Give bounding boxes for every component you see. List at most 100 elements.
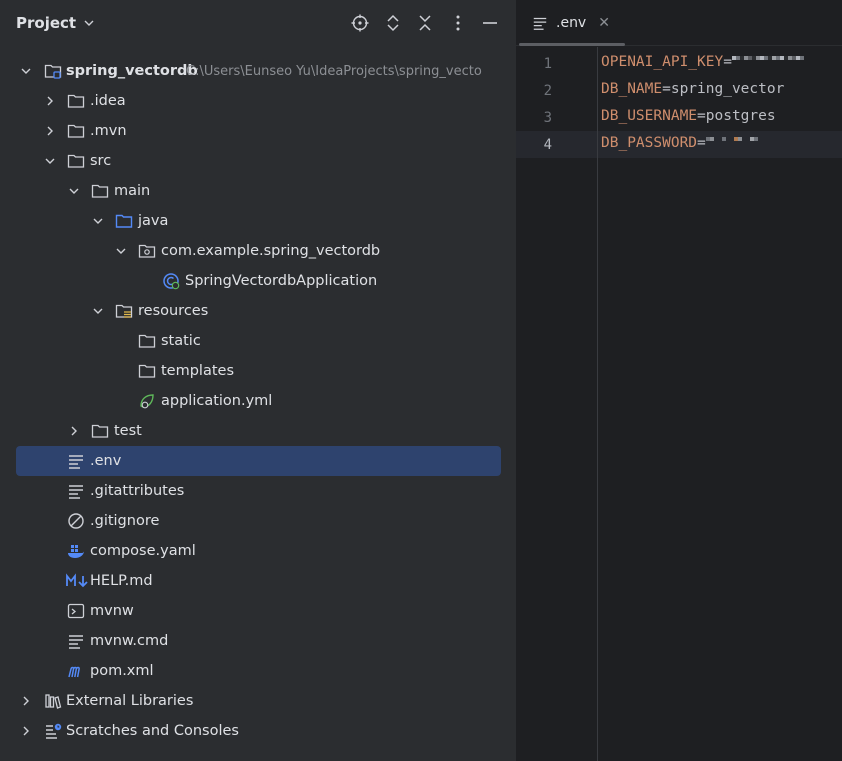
tree-item-spring-vectordb-application[interactable]: SpringVectordbApplication — [0, 266, 516, 296]
tree-item-label: .gitattributes — [90, 483, 185, 499]
tree-item-resources[interactable]: resources — [0, 296, 516, 326]
text-file-icon — [66, 631, 86, 651]
tree-item-mvnw-cmd[interactable]: mvnw.cmd — [0, 626, 516, 656]
folder-icon — [66, 91, 86, 111]
chevron-down-icon[interactable] — [91, 214, 105, 228]
tree-item-gitattributes[interactable]: .gitattributes — [0, 476, 516, 506]
chevron-right-icon[interactable] — [19, 724, 33, 738]
selection-highlight — [16, 446, 501, 476]
tree-item-pom-xml[interactable]: pom.xml — [0, 656, 516, 686]
project-panel-header: Project — [0, 0, 516, 48]
scratches-icon — [43, 721, 63, 741]
line-number: 2 — [543, 83, 552, 99]
chevron-down-icon[interactable] — [91, 304, 105, 318]
tree-item-label: src — [90, 153, 112, 169]
editor-tab-bar: .env ✕ — [516, 0, 842, 46]
expand-all-icon[interactable] — [382, 12, 404, 34]
tree-item-label: .env — [90, 453, 122, 469]
tree-item-label: test — [114, 423, 142, 439]
locate-icon[interactable] — [349, 12, 371, 34]
tree-item-static[interactable]: static — [0, 326, 516, 356]
redacted-value — [705, 137, 758, 149]
chevron-right-icon[interactable] — [67, 424, 81, 438]
env-equals: = — [697, 108, 706, 124]
tree-item-label: application.yml — [161, 393, 273, 409]
chevron-down-icon[interactable] — [114, 244, 128, 258]
env-key: DB_NAME — [601, 81, 663, 97]
tree-item-label: .mvn — [90, 123, 127, 139]
minimize-icon[interactable] — [479, 12, 501, 34]
tree-item-label: External Libraries — [66, 693, 194, 709]
folder-icon — [137, 331, 157, 351]
code-line[interactable]: OPENAI_API_KEY= — [601, 54, 804, 70]
folder-icon — [66, 151, 86, 171]
package-icon — [137, 241, 157, 261]
folder-icon — [90, 181, 110, 201]
chevron-down-icon[interactable] — [67, 184, 81, 198]
tree-item-label: SpringVectordbApplication — [185, 273, 378, 289]
horizontal-scrollbar[interactable] — [519, 43, 625, 46]
tree-item-help-md[interactable]: HELP.md — [0, 566, 516, 596]
tree-item-label: resources — [138, 303, 209, 319]
code-line[interactable]: DB_USERNAME=postgres — [601, 108, 776, 124]
tree-item-java[interactable]: java — [0, 206, 516, 236]
line-number: 3 — [543, 110, 552, 126]
more-options-icon[interactable] — [447, 12, 469, 34]
project-title: Project — [16, 14, 77, 32]
tree-item-label: main — [114, 183, 151, 199]
env-equals: = — [723, 54, 732, 70]
chevron-right-icon[interactable] — [43, 124, 57, 138]
tree-item-src[interactable]: src — [0, 146, 516, 176]
tree-item-compose-yaml[interactable]: compose.yaml — [0, 536, 516, 566]
close-icon[interactable]: ✕ — [598, 15, 610, 31]
tree-item-mvnw[interactable]: mvnw — [0, 596, 516, 626]
tree-item-gitignore[interactable]: .gitignore — [0, 506, 516, 536]
tree-item-spring-vectordb[interactable]: spring_vectordb C:\Users\Eunseo Yu\IdeaP… — [0, 56, 516, 86]
code-line[interactable]: DB_PASSWORD= — [601, 135, 758, 151]
tree-item-idea[interactable]: .idea — [0, 86, 516, 116]
tree-item-scratches-and-consoles[interactable]: Scratches and Consoles — [0, 716, 516, 746]
tab-label: .env — [556, 15, 587, 31]
tree-item-label: mvnw.cmd — [90, 633, 169, 649]
tree-item-label: com.example.spring_vectordb — [161, 243, 381, 259]
spring-yaml-icon — [137, 391, 157, 411]
chevron-down-icon[interactable] — [43, 154, 57, 168]
tree-item-test[interactable]: test — [0, 416, 516, 446]
tree-item-label: .gitignore — [90, 513, 160, 529]
folder-icon — [66, 121, 86, 141]
tree-item-package[interactable]: com.example.spring_vectordb — [0, 236, 516, 266]
line-number: 4 — [543, 137, 552, 153]
editor-panel: .env ✕ 1 2 3 4 OPENAI_API_KEY= DB_NAME=s… — [516, 0, 842, 761]
folder-icon — [90, 421, 110, 441]
source-folder-icon — [114, 211, 134, 231]
chevron-down-icon[interactable] — [19, 64, 33, 78]
tree-item-main[interactable]: main — [0, 176, 516, 206]
tree-item-templates[interactable]: templates — [0, 356, 516, 386]
env-value: postgres — [705, 108, 776, 124]
env-value: spring_vector — [670, 81, 785, 97]
tree-item-label: compose.yaml — [90, 543, 196, 559]
collapse-all-icon[interactable] — [414, 12, 436, 34]
tree-item-label: static — [161, 333, 201, 349]
tree-item-external-libraries[interactable]: External Libraries — [0, 686, 516, 716]
tree-item-label: Scratches and Consoles — [66, 723, 239, 739]
folder-icon — [137, 361, 157, 381]
env-equals: = — [662, 81, 671, 97]
chevron-right-icon[interactable] — [19, 694, 33, 708]
redacted-value — [731, 56, 804, 68]
tree-item-label: templates — [161, 363, 235, 379]
tree-item-application-yml[interactable]: application.yml — [0, 386, 516, 416]
spring-boot-class-icon — [161, 271, 181, 291]
env-equals: = — [697, 135, 706, 151]
project-view-selector[interactable]: Project — [16, 14, 96, 32]
tree-item-env[interactable]: .env — [0, 446, 516, 476]
code-line[interactable]: DB_NAME=spring_vector — [601, 81, 784, 97]
tree-item-mvn[interactable]: .mvn — [0, 116, 516, 146]
module-folder-icon — [43, 61, 63, 81]
shell-script-icon — [66, 601, 86, 621]
tab-env[interactable]: .env ✕ — [532, 0, 610, 46]
maven-icon — [66, 661, 86, 681]
project-path: C:\Users\Eunseo Yu\IdeaProjects\spring_v… — [186, 63, 482, 79]
chevron-right-icon[interactable] — [43, 94, 57, 108]
line-number: 1 — [543, 56, 552, 72]
